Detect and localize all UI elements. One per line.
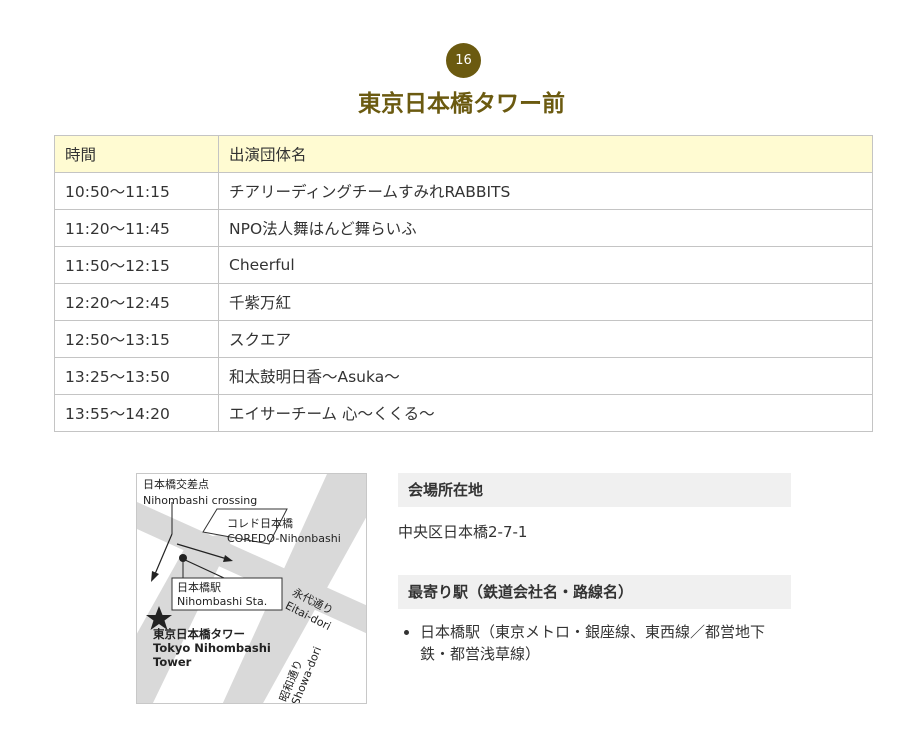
cell-time: 13:55～14:20: [54, 394, 219, 432]
table-row: 10:50～11:15 チアリーディングチームすみれRABBITS: [54, 172, 873, 210]
header-group: 出演団体名: [218, 135, 873, 173]
map-label-crossing-jp: 日本橋交差点: [143, 478, 209, 491]
map-label-coredo-en: COREDO-Nihonbashi: [227, 532, 341, 545]
cell-time: 10:50～11:15: [54, 172, 219, 210]
arrow-head-icon: [151, 571, 159, 582]
table-row: 13:25～13:50 和太鼓明日香～Asuka～: [54, 357, 873, 395]
cell-group: Cheerful: [218, 246, 873, 284]
cell-group: 千紫万紅: [218, 283, 873, 321]
location-section: 会場所在地 中央区日本橋2-7-1: [398, 473, 791, 542]
table-row: 12:50～13:15 スクエア: [54, 320, 873, 358]
cell-group: スクエア: [218, 320, 873, 358]
header-time: 時間: [54, 135, 219, 173]
cell-group: 和太鼓明日香～Asuka～: [218, 357, 873, 395]
table-row: 11:20～11:45 NPO法人舞はんど舞らいふ: [54, 209, 873, 247]
cell-time: 11:20～11:45: [54, 209, 219, 247]
schedule-table: 時間 出演団体名 10:50～11:15 チアリーディングチームすみれRABBI…: [54, 135, 873, 432]
venue-map: 日本橋交差点 Nihombashi crossing コレド日本橋 COREDO…: [136, 473, 367, 704]
location-address: 中央区日本橋2-7-1: [398, 523, 528, 541]
map-label-coredo-jp: コレド日本橋: [227, 517, 293, 530]
venue-number-badge: 16: [446, 43, 481, 78]
nearest-station-section: 最寄り駅（鉄道会社名・路線名） 日本橋駅（東京メトロ・銀座線、東西線／都営地下鉄…: [398, 575, 791, 665]
table-row: 13:55～14:20 エイサーチーム 心～くくる～: [54, 394, 873, 432]
cell-group: チアリーディングチームすみれRABBITS: [218, 172, 873, 210]
location-heading: 会場所在地: [398, 473, 791, 507]
map-label-station-en: Nihombashi Sta.: [177, 595, 268, 608]
cell-group: エイサーチーム 心～くくる～: [218, 394, 873, 432]
map-label-station-jp: 日本橋駅: [177, 581, 221, 594]
map-label-tower-en-1: Tokyo Nihombashi: [153, 641, 271, 655]
venue-title: 東京日本橋タワー前: [358, 91, 565, 117]
cell-time: 13:25～13:50: [54, 357, 219, 395]
nearest-station-heading: 最寄り駅（鉄道会社名・路線名）: [398, 575, 791, 609]
map-graphic: [137, 474, 366, 703]
table-row: 12:20～12:45 千紫万紅: [54, 283, 873, 321]
cell-time: 11:50～12:15: [54, 246, 219, 284]
cell-time: 12:50～13:15: [54, 320, 219, 358]
cell-group: NPO法人舞はんど舞らいふ: [218, 209, 873, 247]
nearest-station-list: 日本橋駅（東京メトロ・銀座線、東西線／都営地下鉄・都営浅草線）: [398, 621, 791, 665]
map-label-tower-jp: 東京日本橋タワー: [153, 627, 245, 641]
table-row: 11:50～12:15 Cheerful: [54, 246, 873, 284]
map-label-crossing-en: Nihombashi crossing: [143, 494, 258, 507]
table-header-row: 時間 出演団体名: [54, 135, 873, 173]
map-label-tower-en-2: Tower: [153, 655, 192, 669]
list-item: 日本橋駅（東京メトロ・銀座線、東西線／都営地下鉄・都営浅草線）: [420, 621, 791, 665]
cell-time: 12:20～12:45: [54, 283, 219, 321]
